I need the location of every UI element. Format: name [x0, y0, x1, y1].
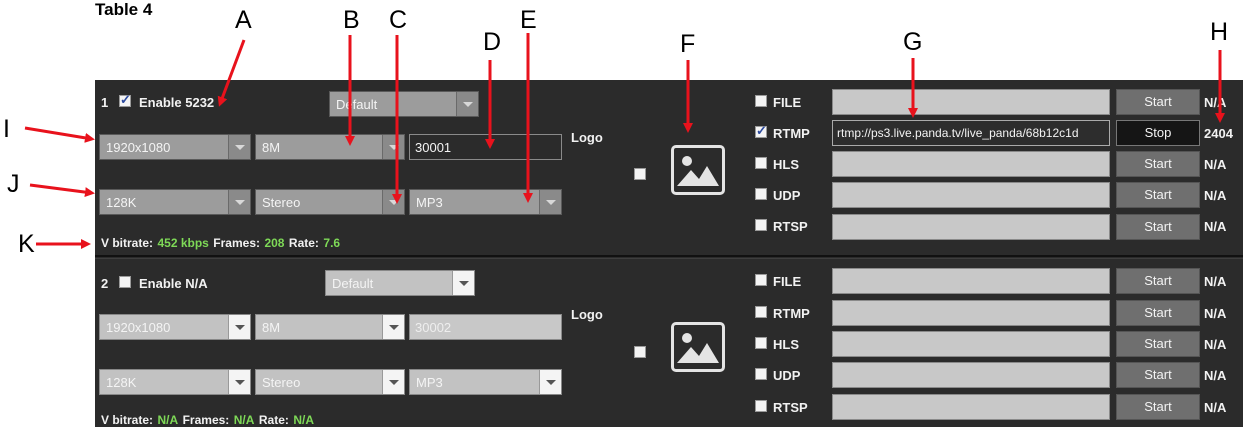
callout-letter-a: A	[235, 6, 252, 34]
callout-letter-d: D	[483, 28, 502, 56]
callout-letter-f: F	[680, 30, 696, 58]
callout-letter-i: I	[3, 115, 10, 143]
callout-letter-c: C	[389, 6, 408, 34]
callout-arrows	[24, 33, 1225, 249]
arrow-a	[217, 39, 246, 107]
callout-letter-j: J	[7, 170, 20, 198]
callout-letter-e: E	[520, 6, 537, 34]
callout-letter-g: G	[903, 28, 923, 56]
arrow-j	[29, 183, 95, 198]
callout-letter-b: B	[343, 6, 360, 34]
callout-letter-h: H	[1210, 18, 1229, 46]
callout-letter-k: K	[18, 230, 35, 258]
arrow-i	[24, 126, 95, 143]
